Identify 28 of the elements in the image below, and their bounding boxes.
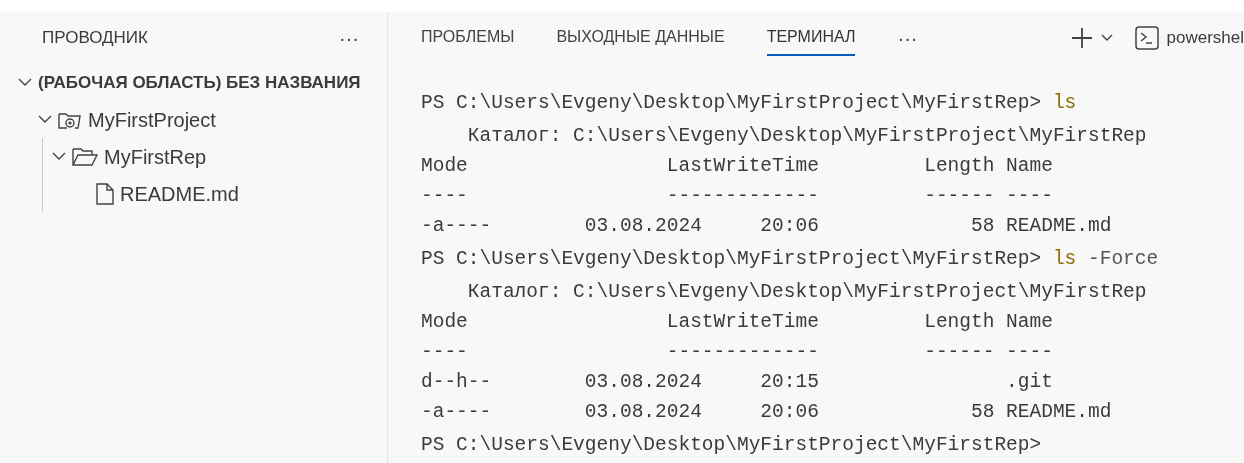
tree-item[interactable]: README.md xyxy=(0,175,387,212)
output-line: -a---- 03.08.2024 20:06 58 README.md xyxy=(421,214,1113,239)
terminal-icon xyxy=(1134,25,1159,50)
panel-tab[interactable]: ТЕРМИНАЛ xyxy=(766,19,856,56)
plus-icon[interactable] xyxy=(1070,26,1093,49)
tree-item[interactable]: MyFirstRep xyxy=(0,138,387,175)
chevron-down-icon[interactable] xyxy=(1100,33,1113,42)
explorer-title: ПРОВОДНИК xyxy=(42,27,148,50)
panel-tab[interactable]: ПРОБЛЕМЫ xyxy=(421,19,515,56)
output-line: ---- ------------- ------ ---- xyxy=(421,184,1054,209)
prompt-line: PS C:\Users\Evgeny\Desktop\MyFirstProject\MyFirstRep> ls -Force xyxy=(421,247,1160,272)
output-line: Каталог: C:\Users\Evgeny\Desktop\MyFirstProject\MyFirstRep xyxy=(466,124,1148,149)
tree-item[interactable]: MyFirstProject xyxy=(0,101,387,138)
output-line: Каталог: C:\Users\Evgeny\Desktop\MyFirstProject\MyFirstRep xyxy=(466,280,1148,305)
more-tabs-button[interactable]: ··· xyxy=(897,27,918,48)
more-actions-button[interactable]: ··· xyxy=(339,28,359,48)
output-line: Mode LastWriteTime Length Name xyxy=(421,310,1054,335)
tree-item[interactable]: (РАБОЧАЯ ОБЛАСТЬ) БЕЗ НАЗВАНИЯ xyxy=(0,64,387,101)
output-line: ---- ------------- ------ ---- xyxy=(421,340,1054,365)
prompt-line: PS C:\Users\Evgeny\Desktop\MyFirstProject\MyFirstRep> xyxy=(421,433,1043,458)
output-line: -a---- 03.08.2024 20:06 58 README.md xyxy=(421,400,1113,425)
file-icon xyxy=(96,182,114,205)
output-line: d--h-- 03.08.2024 20:15 .git xyxy=(421,370,1054,395)
open-folder-icon xyxy=(72,146,98,167)
panel-tab[interactable]: ВЫХОДНЫЕ ДАННЫЕ xyxy=(556,19,725,56)
terminal-name[interactable]: powershel xyxy=(1166,24,1244,51)
prompt-line: PS C:\Users\Evgeny\Desktop\MyFirstProject\MyFirstRep> ls xyxy=(421,91,1078,116)
output-line: Mode LastWriteTime Length Name xyxy=(421,154,1054,179)
